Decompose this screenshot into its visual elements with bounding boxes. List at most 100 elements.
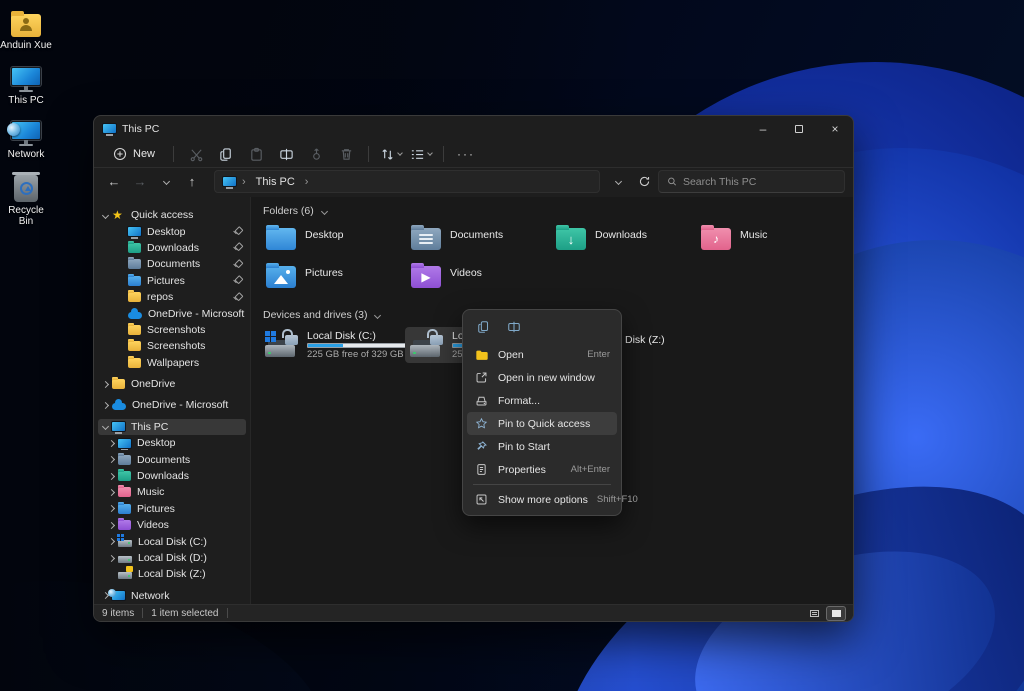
forward-button[interactable]: →	[128, 171, 152, 193]
folder-tile-downloads[interactable]: ↓ Downloads	[550, 223, 695, 255]
refresh-button[interactable]	[632, 171, 656, 193]
breadcrumb[interactable]: › This PC ›	[214, 170, 600, 193]
details-view-button[interactable]	[805, 607, 823, 620]
search-input[interactable]	[682, 175, 836, 188]
folder-tile-music[interactable]: ♪ Music	[695, 223, 840, 255]
open-folder-icon	[474, 348, 489, 362]
chevron-right-icon	[107, 521, 115, 529]
folder-tile-documents[interactable]: Documents	[405, 223, 550, 255]
chevron-right-icon	[107, 554, 115, 562]
sidebar-item-wallpapers[interactable]: Wallpapers	[98, 355, 246, 371]
pin-icon	[231, 227, 240, 236]
navigation-pane: Quick access Desktop Downloads Documents…	[94, 197, 250, 604]
menu-item-pin-to-start[interactable]: Pin to Start	[467, 435, 617, 458]
sidebar-item-videos[interactable]: Videos	[98, 517, 246, 533]
new-button-label: New	[133, 148, 156, 160]
windows-logo-icon	[265, 331, 276, 342]
sidebar-item-onedrive-microsoft-qa[interactable]: OneDrive - Microsoft	[98, 305, 246, 321]
close-button[interactable]: ×	[817, 116, 853, 141]
desktop-icon-user-folder[interactable]: Anduin Xue	[0, 7, 52, 51]
rename-icon[interactable]	[501, 317, 527, 337]
folder-icon	[128, 355, 141, 368]
menu-item-open-in-new-window[interactable]: Open in new window	[467, 366, 617, 389]
sidebar-item-pictures-qa[interactable]: Pictures	[98, 273, 246, 289]
desktop-icon-network[interactable]: Network	[0, 116, 52, 160]
sidebar-item-local-disk-d[interactable]: Local Disk (D:)	[98, 550, 246, 566]
minimize-button[interactable]: –	[745, 116, 781, 141]
context-menu: Open Enter Open in new window Format... …	[462, 309, 638, 516]
menu-item-show-more-options[interactable]: Show more options Shift+F10	[467, 488, 638, 511]
sidebar-item-onedrive-microsoft[interactable]: OneDrive - Microsoft	[98, 397, 246, 413]
user-folder-icon	[11, 11, 41, 37]
this-pc-icon	[223, 177, 236, 189]
sidebar-item-desktop[interactable]: Desktop	[98, 435, 246, 451]
desktop-icon-label: Anduin Xue	[0, 40, 52, 51]
sidebar-item-downloads[interactable]: Downloads	[98, 468, 246, 484]
sidebar-item-desktop-qa[interactable]: Desktop	[98, 223, 246, 239]
new-button[interactable]: New	[104, 144, 164, 164]
monitor-icon	[11, 67, 41, 92]
collapse-chevron-icon	[374, 311, 382, 319]
sidebar-item-network[interactable]: Network	[98, 588, 246, 604]
menu-item-pin-to-quick-access[interactable]: Pin to Quick access	[467, 412, 617, 435]
address-dropdown-button[interactable]	[606, 171, 630, 193]
cut-icon[interactable]	[183, 144, 209, 164]
drive-c-icon	[265, 329, 301, 358]
quick-actions-row	[467, 315, 617, 343]
music-folder-icon: ♪	[701, 225, 731, 250]
desktop-icon-this-pc[interactable]: This PC	[0, 62, 52, 106]
paste-icon[interactable]	[243, 144, 269, 164]
see-more-icon[interactable]: ···	[453, 144, 479, 164]
desktop-icon-recycle-bin[interactable]: Recycle Bin	[0, 172, 52, 227]
delete-icon[interactable]	[333, 144, 359, 164]
sidebar-item-screenshots-1[interactable]: Screenshots	[98, 322, 246, 338]
sidebar-item-pictures[interactable]: Pictures	[98, 501, 246, 517]
sidebar-item-music[interactable]: Music	[98, 484, 246, 500]
title-bar[interactable]: This PC – ×	[94, 116, 853, 141]
sidebar-item-downloads-qa[interactable]: Downloads	[98, 240, 246, 256]
drive-tile-c[interactable]: Local Disk (C:) 225 GB free of 329 GB	[260, 327, 419, 363]
icons-view-button[interactable]	[827, 606, 845, 620]
copy-icon[interactable]	[471, 317, 497, 337]
details-view-icon	[809, 609, 819, 617]
folder-tile-desktop[interactable]: Desktop	[260, 223, 405, 255]
sidebar-item-documents[interactable]: Documents	[98, 451, 246, 467]
sidebar-item-local-disk-c[interactable]: Local Disk (C:)	[98, 533, 246, 549]
folders-section-header[interactable]: Folders (6)	[251, 197, 853, 223]
share-icon[interactable]	[303, 144, 329, 164]
search-box[interactable]	[658, 170, 845, 193]
drive-d-icon	[118, 556, 132, 563]
chevron-down-icon	[427, 150, 433, 156]
view-icon[interactable]	[408, 144, 434, 164]
back-button[interactable]: ←	[102, 171, 126, 193]
menu-item-open[interactable]: Open Enter	[467, 343, 617, 366]
menu-item-format[interactable]: Format...	[467, 389, 617, 412]
breadcrumb-this-pc[interactable]: This PC	[252, 175, 299, 189]
breadcrumb-separator: ›	[304, 175, 309, 188]
recent-locations-button[interactable]	[154, 171, 178, 193]
sidebar-item-screenshots-2[interactable]: Screenshots	[98, 338, 246, 354]
sidebar-item-quick-access[interactable]: Quick access	[98, 207, 246, 223]
music-folder-icon	[118, 485, 131, 498]
desktop-icon-label: This PC	[8, 95, 44, 106]
sidebar-item-repos[interactable]: repos	[98, 289, 246, 305]
rename-icon[interactable]	[273, 144, 299, 164]
capacity-bar	[307, 343, 419, 348]
sidebar-item-this-pc[interactable]: This PC	[98, 418, 246, 436]
desktop-folder-icon	[266, 225, 296, 250]
sidebar-item-local-disk-z[interactable]: Local Disk (Z:)	[98, 566, 246, 582]
bitlocker-unlocked-icon	[427, 329, 443, 345]
sidebar-item-documents-qa[interactable]: Documents	[98, 256, 246, 272]
maximize-button[interactable]	[781, 116, 817, 141]
sort-icon[interactable]	[378, 144, 404, 164]
copy-icon[interactable]	[213, 144, 239, 164]
folder-tile-pictures[interactable]: Pictures	[260, 261, 405, 293]
format-drive-icon	[474, 394, 489, 407]
items-count: 9 items	[102, 607, 135, 619]
downloads-folder-icon: ↓	[556, 225, 586, 250]
onedrive-cloud-icon	[128, 307, 142, 319]
sidebar-item-onedrive[interactable]: OneDrive	[98, 376, 246, 392]
menu-item-properties[interactable]: Properties Alt+Enter	[467, 458, 617, 481]
up-button[interactable]: ↑	[180, 171, 204, 193]
folder-tile-videos[interactable]: ▶ Videos	[405, 261, 550, 293]
